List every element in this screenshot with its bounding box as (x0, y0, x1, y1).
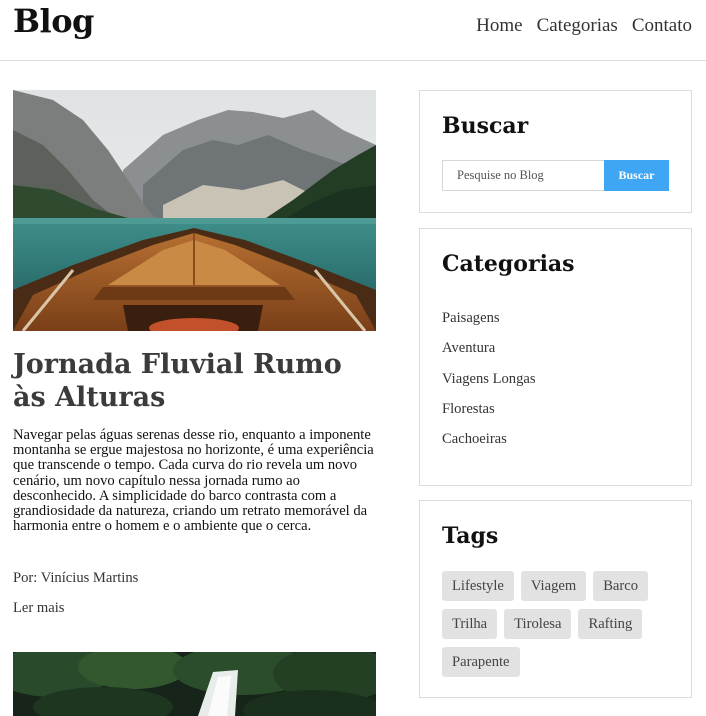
tag-cloud: Lifestyle Viagem Barco Trilha Tirolesa R… (442, 571, 682, 677)
category-item-viagens-longas[interactable]: Viagens Longas (442, 371, 536, 401)
post-image-waterfall[interactable] (13, 652, 376, 716)
post-title[interactable]: Jornada Fluvial Rumo às Alturas (13, 348, 376, 414)
search-input[interactable] (442, 160, 605, 191)
categories-widget-title: Categorias (442, 251, 575, 277)
post-image-boat-lake[interactable] (13, 90, 376, 331)
waterfall-forest-illustration (13, 652, 376, 716)
tag-trilha[interactable]: Trilha (442, 609, 498, 639)
tags-widget-title: Tags (442, 523, 499, 549)
search-widget: Buscar Buscar (419, 90, 692, 213)
site-header: Blog Home Categorias Contato (0, 0, 706, 61)
nav-contact-link[interactable]: Contato (632, 15, 692, 37)
nav-home-link[interactable]: Home (476, 15, 522, 37)
main-nav: Home Categorias Contato (476, 15, 692, 37)
tag-barco[interactable]: Barco (593, 571, 649, 601)
category-item-paisagens[interactable]: Paisagens (442, 310, 536, 340)
search-widget-title: Buscar (442, 113, 529, 139)
post-author: Por: Vinícius Martins (13, 570, 139, 586)
category-item-cachoeiras[interactable]: Cachoeiras (442, 431, 536, 461)
category-item-florestas[interactable]: Florestas (442, 401, 536, 431)
post-excerpt: Navegar pelas águas serenas desse rio, e… (13, 427, 374, 535)
tag-parapente[interactable]: Parapente (442, 647, 520, 677)
tag-viagem[interactable]: Viagem (520, 571, 587, 601)
tag-rafting[interactable]: Rafting (578, 609, 643, 639)
site-logo[interactable]: Blog (13, 2, 94, 40)
category-item-aventura[interactable]: Aventura (442, 340, 536, 370)
read-more-link[interactable]: Ler mais (13, 600, 64, 617)
tag-tirolesa[interactable]: Tirolesa (504, 609, 572, 639)
nav-categories-link[interactable]: Categorias (537, 15, 618, 37)
search-button[interactable]: Buscar (604, 160, 669, 191)
tag-lifestyle[interactable]: Lifestyle (442, 571, 514, 601)
category-list: Paisagens Aventura Viagens Longas Flores… (442, 310, 536, 461)
boat-lake-illustration (13, 90, 376, 331)
categories-widget: Categorias Paisagens Aventura Viagens Lo… (419, 228, 692, 486)
tags-widget: Tags Lifestyle Viagem Barco Trilha Tirol… (419, 500, 692, 698)
